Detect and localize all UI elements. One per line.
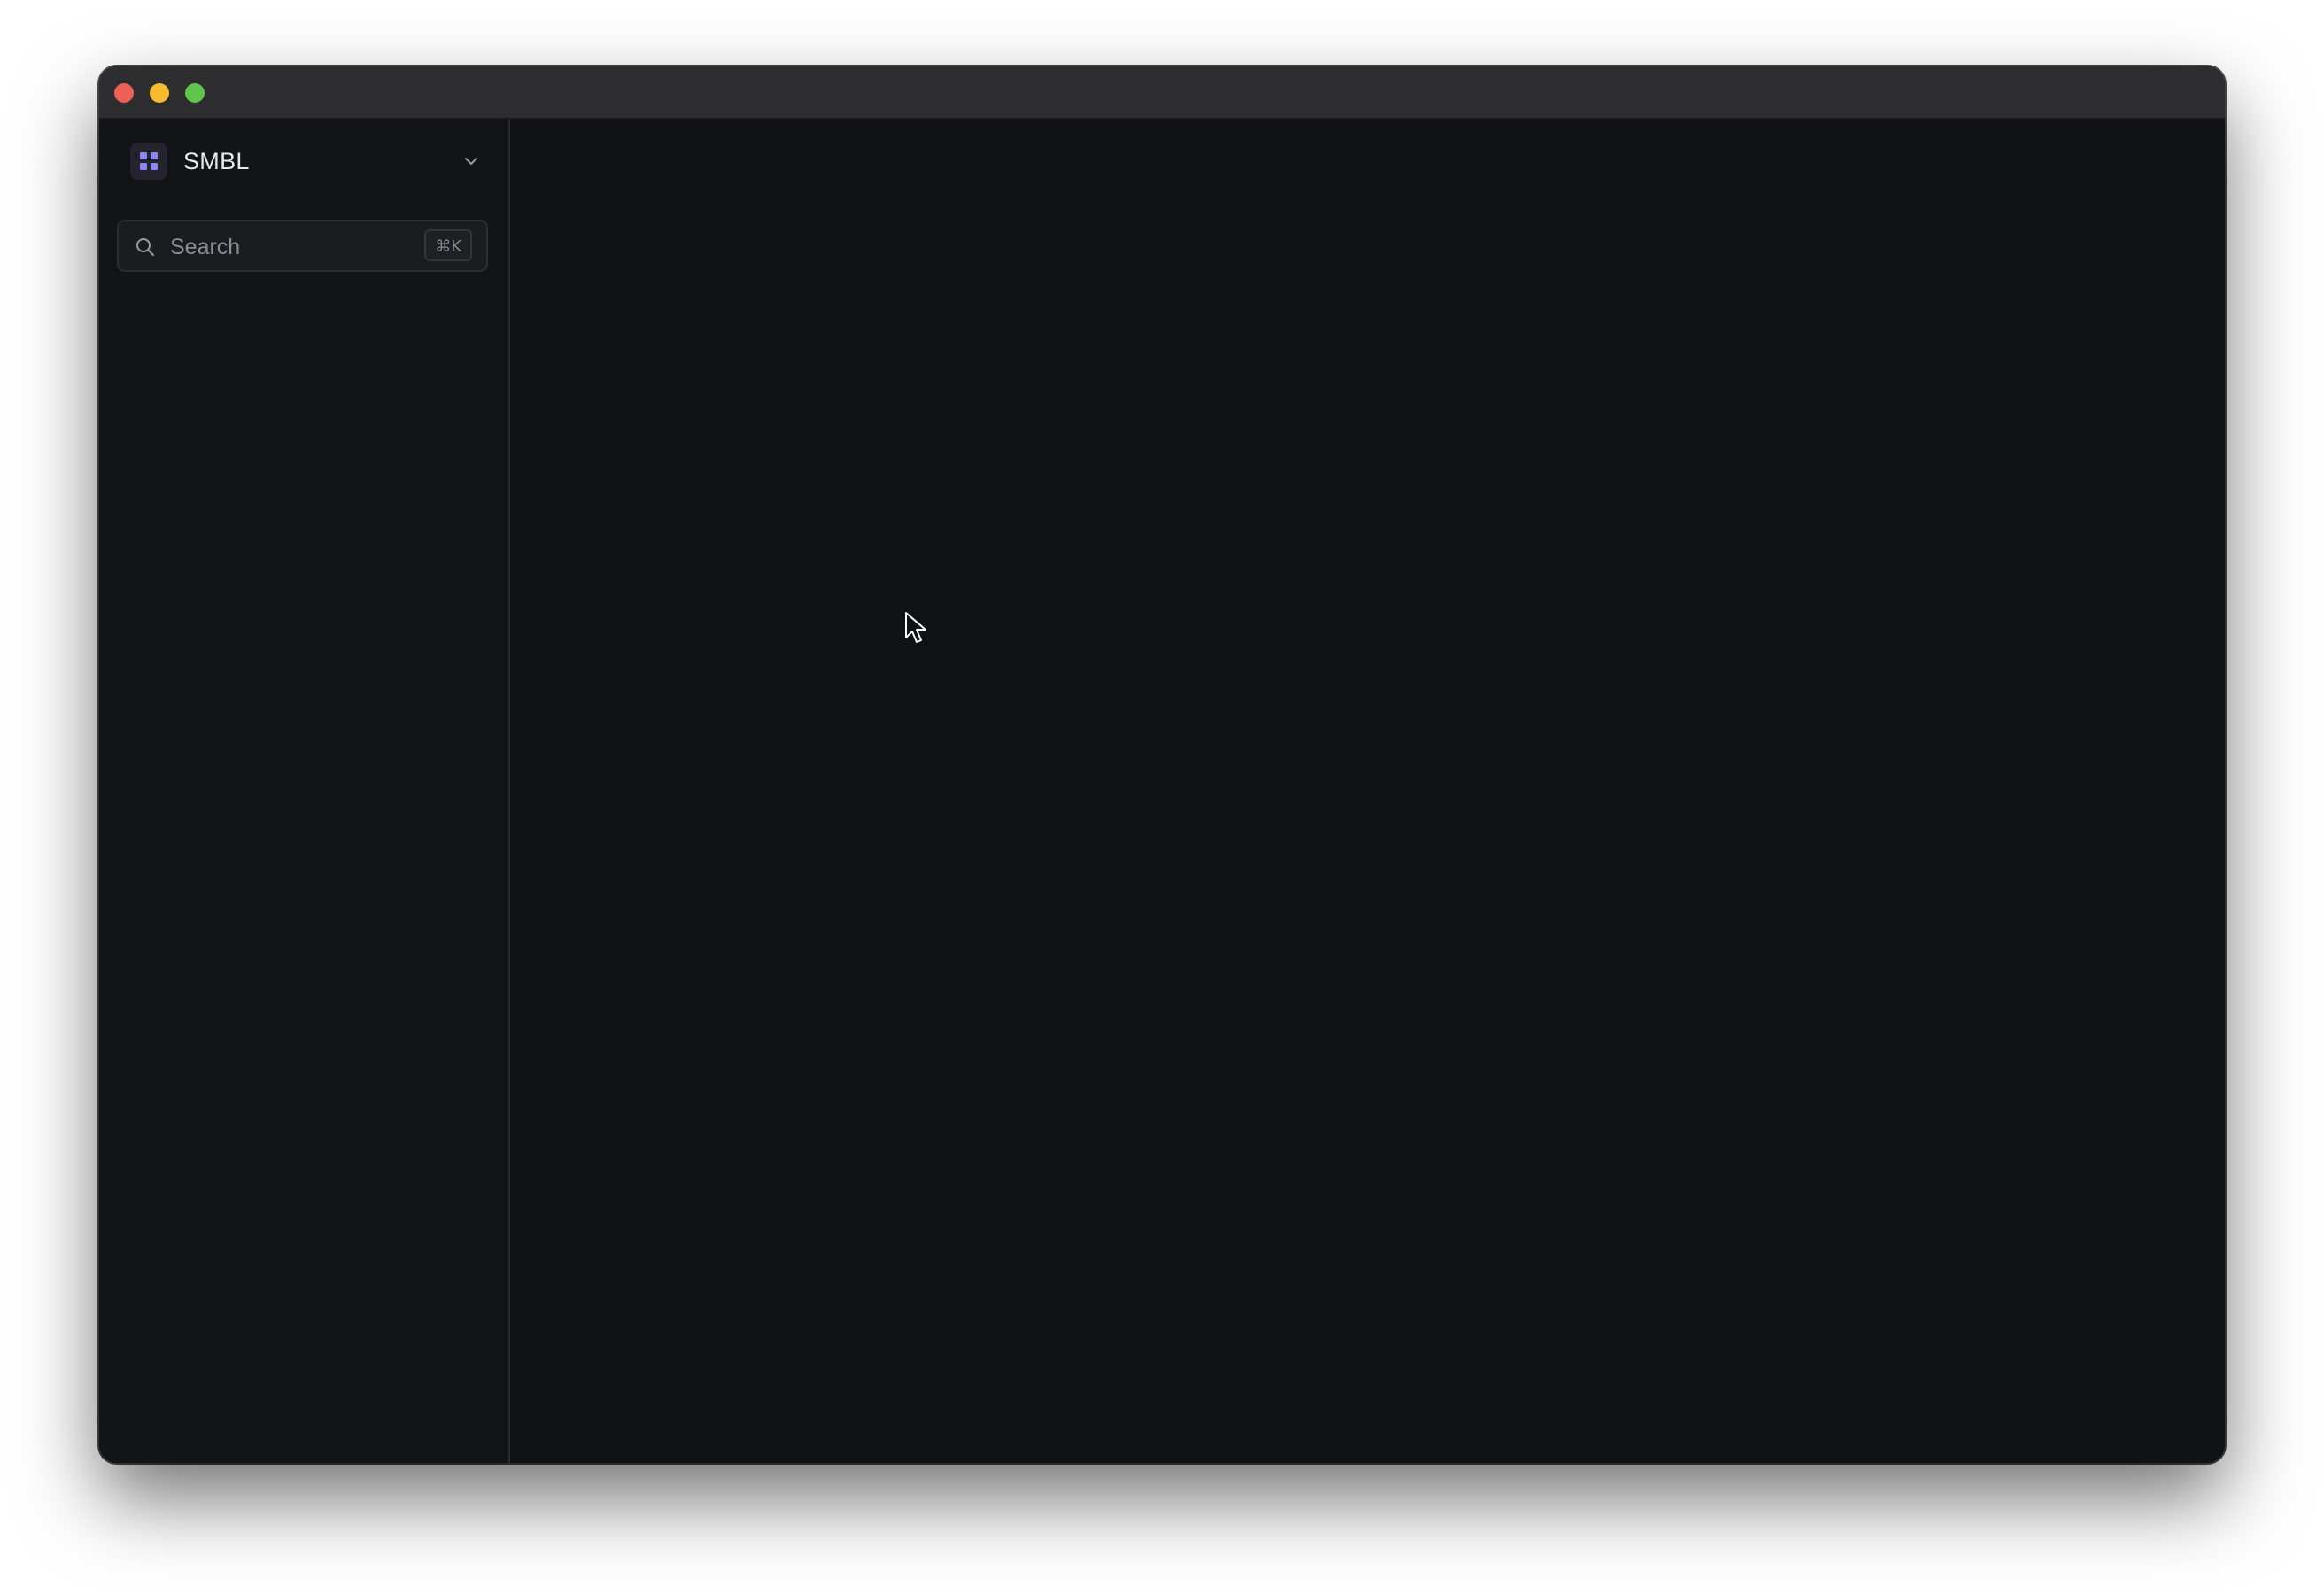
search-placeholder: Search (170, 235, 241, 259)
chevron-down-icon[interactable] (462, 152, 480, 170)
workspace-name: SMBL (183, 147, 250, 174)
workspace-switcher[interactable]: SMBL (130, 141, 489, 182)
main-content[interactable] (510, 120, 2225, 1463)
search-icon (136, 238, 154, 256)
title-bar (99, 66, 2225, 120)
workspace-logo (130, 143, 167, 180)
app-window: SMBL Search ⌘K (99, 66, 2225, 1463)
search-input[interactable]: Search ⌘K (117, 220, 488, 272)
search-shortcut-badge: ⌘K (424, 229, 472, 261)
sidebar: SMBL Search ⌘K (99, 120, 510, 1463)
close-window-button[interactable] (114, 83, 134, 103)
grid-icon (140, 152, 158, 170)
mouse-cursor-icon (905, 612, 926, 643)
minimize-window-button[interactable] (150, 83, 169, 103)
maximize-window-button[interactable] (185, 83, 205, 103)
